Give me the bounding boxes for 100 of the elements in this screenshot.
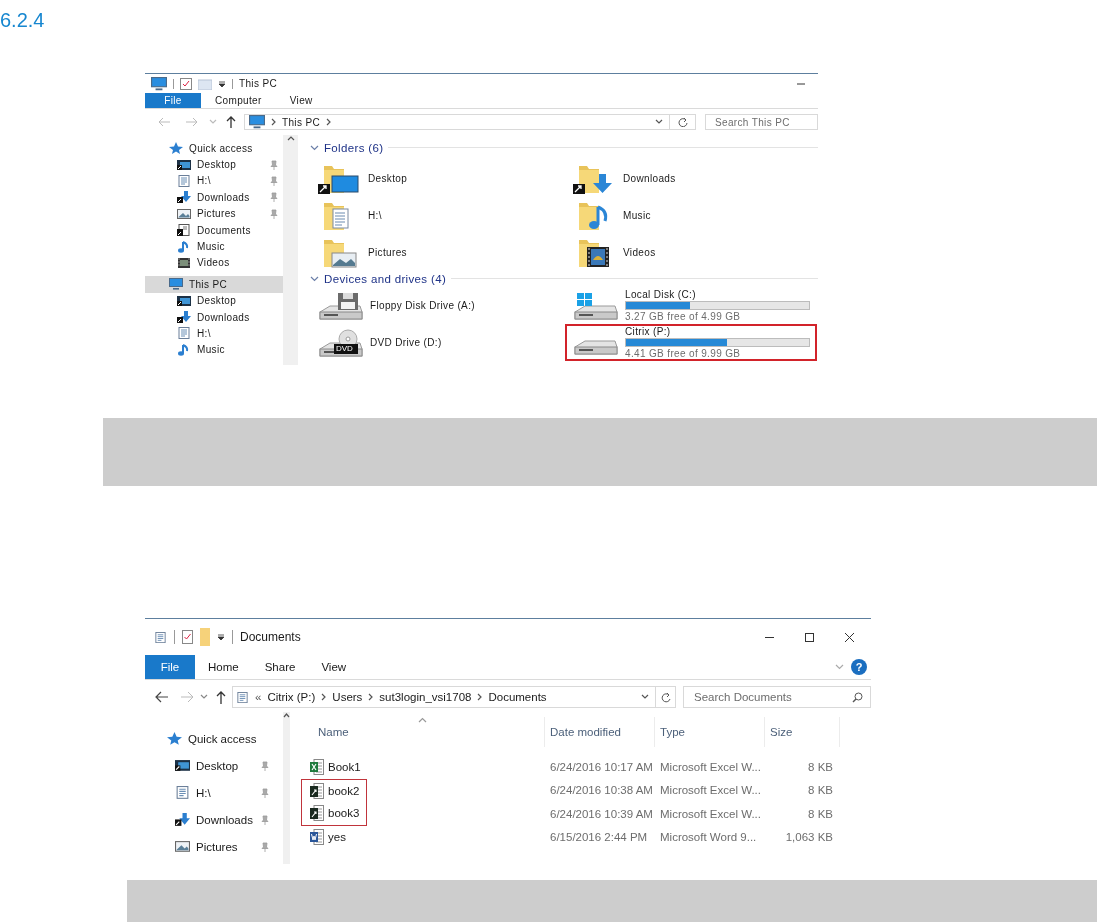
folder-name: Pictures [368,247,407,258]
nav-item[interactable]: This PC [145,276,283,293]
floppy-drive-icon [318,291,364,320]
section-header[interactable]: Folders (6) [324,141,384,154]
sort-caret-icon [418,717,427,723]
drive-name: Citrix (P:) [625,326,672,337]
document-icon [154,631,167,643]
star-icon [169,142,183,155]
folder-name: Music [623,210,651,221]
nav-item[interactable]: Downloads [145,189,283,206]
column-header[interactable]: Type [655,717,765,747]
search-field[interactable]: Search Documents [683,686,871,708]
date-cell-text: 6/24/2016 10:17 AM [549,759,654,775]
free-space: 4.41 GB free of 9.99 GB [625,348,742,359]
ribbon-tab[interactable]: Computer [201,93,276,108]
breadcrumb[interactable]: Documents [488,691,547,703]
search-icon[interactable] [852,692,863,703]
breadcrumb[interactable]: This PC [282,116,320,128]
type-cell-text: Microsoft Excel W... [659,783,762,799]
nav-item[interactable]: Downloads [145,806,283,833]
drive-name: Local Disk (C:) [625,289,697,300]
nav-item[interactable]: Videos [145,254,283,272]
free-space: 3.27 GB free of 4.99 GB [625,311,742,322]
nav-item[interactable]: Desktop [145,292,283,309]
checklist-icon[interactable] [182,630,193,644]
drive-name: Floppy Disk Drive (A:) [370,300,475,311]
breadcrumb[interactable]: Users [332,691,363,703]
up-icon[interactable] [216,690,226,704]
help-button[interactable]: ? [851,659,867,675]
nav-item[interactable]: H:\ [145,172,283,190]
film-icon [177,256,191,269]
dropdown-icon[interactable] [218,79,226,88]
size-cell-text: 8 KB [807,759,834,775]
pin-icon[interactable] [270,192,278,203]
type-cell-text: Microsoft Word 9... [659,830,758,846]
checklist-icon[interactable] [180,77,192,90]
file-name[interactable]: Book1 [328,760,361,773]
ribbon-tab[interactable]: Share [251,655,309,679]
pin-icon[interactable] [270,159,278,170]
collapse-icon [310,144,319,151]
pin-icon[interactable] [270,208,278,219]
pin-icon[interactable] [261,760,269,771]
section-header[interactable]: Devices and drives (4) [324,272,447,285]
nav-item[interactable]: Documents [145,221,283,239]
back-icon[interactable] [155,691,169,703]
recent-icon [209,119,217,125]
size-cell-text: 1,063 KB [784,830,834,846]
pin-icon[interactable] [261,787,269,798]
maximize-icon[interactable] [804,631,815,643]
pin-icon[interactable] [261,841,269,852]
computer-icon [151,76,167,91]
ribbon-tab[interactable]: View [308,655,360,679]
column-header[interactable]: Name [300,717,545,747]
scroll-up-icon [283,712,290,718]
ribbon-tab[interactable]: View [275,93,327,108]
ribbon-tab[interactable]: File [145,655,195,679]
computer-icon [169,278,183,291]
system-drive-icon [573,291,619,320]
breadcrumb[interactable]: sut3login_vsi1708 [379,691,472,703]
desktop-icon [175,759,190,772]
folder-name: H:\ [368,210,382,221]
file-name[interactable]: book3 [328,807,360,820]
nav-item[interactable]: Music [145,238,283,255]
column-header[interactable]: Date modified [545,717,655,747]
refresh-icon[interactable] [660,691,671,703]
file-name[interactable]: yes [328,831,346,844]
breadcrumb[interactable]: Citrix (P:) [267,691,316,703]
up-icon[interactable] [226,116,236,128]
downloads-icon [177,311,191,324]
nav-item[interactable]: Downloads [145,308,283,326]
ribbon-tab[interactable]: File [145,93,201,108]
nav-item[interactable]: Desktop [145,752,283,779]
nav-item[interactable]: H:\ [145,325,283,342]
nav-item[interactable]: Music [145,341,283,359]
pictures-icon [175,840,190,853]
folder-icon[interactable] [573,163,615,194]
refresh-icon[interactable] [677,117,688,127]
ribbon-tab[interactable]: Home [195,655,252,679]
nav-item[interactable]: Pictures [145,833,283,860]
column-header[interactable]: Size [765,717,840,747]
size-cell-text: 8 KB [807,783,834,799]
breadcrumb-separator-icon [368,693,374,701]
nav-item[interactable]: Quick access [145,725,283,752]
folder-name: Desktop [368,173,408,184]
file-name[interactable]: book2 [328,784,360,797]
nav-item[interactable]: H:\ [145,779,283,806]
type-cell-text: Microsoft Excel W... [659,759,762,775]
drive-icon [573,340,619,355]
folder-icon[interactable] [318,163,360,194]
dropdown-icon[interactable] [217,633,225,641]
pin-icon[interactable] [270,175,278,186]
close-icon[interactable] [844,631,855,643]
word-document-icon [310,829,324,846]
nav-item[interactable]: Quick access [145,140,283,157]
pin-icon[interactable] [261,814,269,825]
overflow-breadcrumb[interactable]: « [255,691,262,703]
nav-item[interactable]: Pictures [145,205,283,222]
spreadsheet-icon [310,782,324,799]
nav-item[interactable]: Desktop [145,156,283,173]
search-field[interactable]: Search This PC [705,114,818,130]
